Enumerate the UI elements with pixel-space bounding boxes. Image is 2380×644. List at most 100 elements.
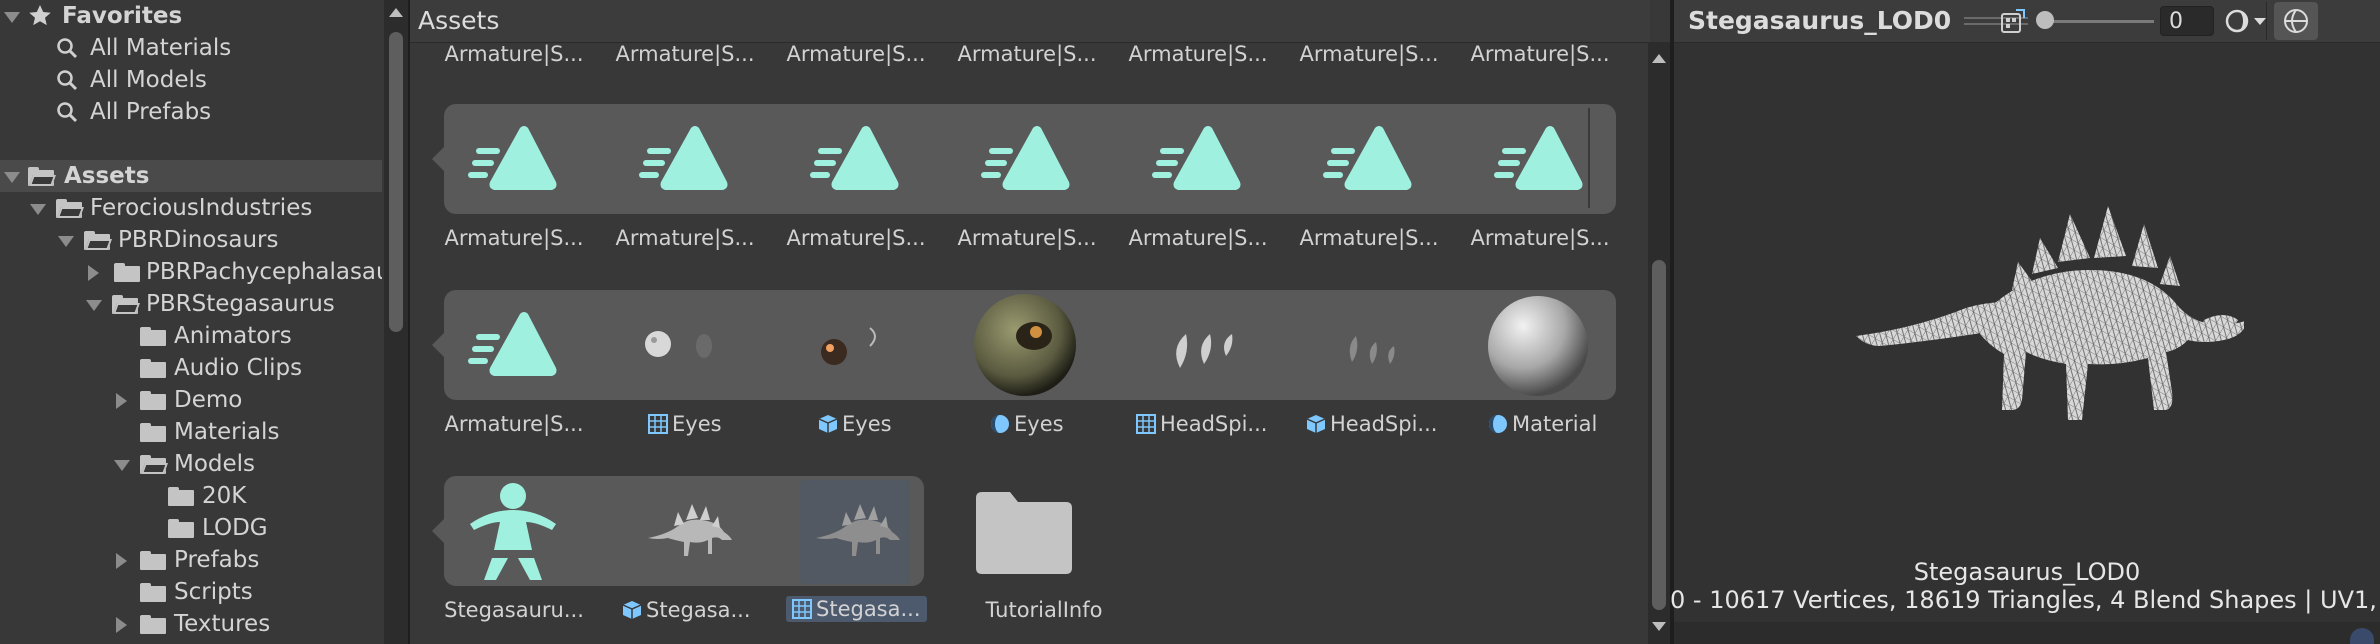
asset-label-row[interactable]: HeadSpi...: [1136, 412, 1267, 436]
expand-arrow-icon[interactable]: [114, 460, 130, 471]
expand-arrow-icon[interactable]: [4, 172, 20, 183]
tree-folder[interactable]: Demo: [0, 384, 382, 416]
favorite-item[interactable]: All Models: [0, 64, 382, 96]
tree-folder[interactable]: PBRPachycephalasaurus: [0, 256, 382, 288]
folder-icon: [168, 487, 194, 506]
eyes-mesh-thumbnail[interactable]: [632, 318, 722, 368]
asset-grid-scrollbar[interactable]: [1648, 42, 1670, 644]
resize-handle-icon[interactable]: [2350, 628, 2374, 644]
folder-icon: [140, 583, 166, 602]
tree-folder[interactable]: 20K: [0, 480, 382, 512]
search-icon: [57, 38, 78, 59]
lod-slider-track[interactable]: [2044, 20, 2154, 23]
asset-label[interactable]: Armature|S...: [605, 226, 765, 250]
collapse-arrow-icon[interactable]: [116, 393, 127, 409]
animation-clip-icon[interactable]: [468, 122, 558, 194]
animation-clip-icon[interactable]: [639, 122, 729, 194]
asset-label-row[interactable]: Eyes: [990, 412, 1064, 436]
tree-folder[interactable]: Prefabs: [0, 544, 382, 576]
asset-label: Material: [1512, 412, 1598, 436]
display-mode-button[interactable]: [2274, 2, 2318, 40]
tree-folder[interactable]: Materials: [0, 416, 382, 448]
tree-folder[interactable]: Textures: [0, 608, 382, 640]
expand-arrow-icon[interactable]: [4, 12, 20, 23]
asset-label[interactable]: Armature|S...: [1460, 226, 1620, 250]
animation-clip-icon[interactable]: [468, 308, 558, 380]
tree-folder[interactable]: PBRStegasaurus: [0, 288, 382, 320]
material-sphere-thumbnail[interactable]: [1486, 294, 1590, 398]
tree-scrollbar[interactable]: [384, 0, 408, 644]
folder-open-icon: [140, 455, 169, 474]
folder-label: Textures: [174, 611, 271, 637]
search-icon: [57, 102, 78, 123]
folder-label: PBRPachycephalasaurus: [146, 259, 382, 285]
eyes-material-thumbnail[interactable]: [972, 292, 1078, 398]
stegosaurus-model-thumbnail[interactable]: [644, 498, 734, 564]
asset-label-selected[interactable]: Stegasa...: [786, 596, 927, 622]
tree-favorites[interactable]: Favorites: [0, 0, 382, 32]
scroll-down-arrow-icon[interactable]: [1652, 622, 1666, 631]
asset-label[interactable]: Armature|S...: [434, 226, 594, 250]
scroll-up-arrow-icon[interactable]: [1652, 54, 1666, 63]
expand-arrow-icon[interactable]: [86, 300, 102, 311]
material-icon: [1489, 415, 1507, 433]
animation-clip-icon[interactable]: [1323, 122, 1413, 194]
lod-slider-knob[interactable]: [2036, 11, 2054, 29]
asset-label[interactable]: Armature|S...: [776, 42, 936, 66]
asset-label-row[interactable]: Eyes: [648, 412, 722, 436]
asset-label[interactable]: Armature|S...: [1118, 42, 1278, 66]
asset-label[interactable]: Armature|S...: [947, 42, 1107, 66]
collapse-arrow-icon[interactable]: [116, 617, 127, 633]
asset-label-row[interactable]: Eyes: [818, 412, 892, 436]
asset-label[interactable]: Armature|S...: [434, 412, 594, 436]
asset-grid-scrollbar-thumb[interactable]: [1652, 260, 1666, 610]
expand-arrow-icon[interactable]: [30, 204, 46, 215]
collapse-arrow-icon[interactable]: [88, 265, 99, 281]
asset-label[interactable]: Stegasauru...: [434, 598, 594, 622]
stegosaurus-mesh-thumbnail[interactable]: [812, 498, 902, 564]
asset-label-row[interactable]: HeadSpi...: [1306, 412, 1437, 436]
tree-folder[interactable]: LODG: [0, 512, 382, 544]
expand-arrow-icon[interactable]: [58, 236, 74, 247]
asset-label-row[interactable]: Stegasa...: [622, 598, 751, 622]
collapse-arrow-icon[interactable]: [116, 553, 127, 569]
lod-value-field[interactable]: 0: [2160, 6, 2214, 36]
animation-clip-icon[interactable]: [1152, 122, 1242, 194]
animation-clip-icon[interactable]: [981, 122, 1071, 194]
headspikes-model-thumbnail[interactable]: [1330, 320, 1420, 370]
animation-clip-icon[interactable]: [1494, 122, 1584, 194]
stegosaurus-wireframe-preview[interactable]: [1844, 200, 2244, 480]
lighting-icon[interactable]: [2224, 8, 2252, 34]
avatar-humanoid-icon[interactable]: [462, 480, 564, 582]
scroll-up-arrow-icon[interactable]: [389, 8, 403, 17]
asset-label[interactable]: Armature|S...: [1118, 226, 1278, 250]
lod-auto-icon[interactable]: [2000, 8, 2026, 34]
tree-scrollbar-thumb[interactable]: [389, 32, 403, 332]
asset-label[interactable]: Armature|S...: [1289, 226, 1449, 250]
asset-label[interactable]: TutorialInfo: [964, 598, 1124, 622]
headspikes-mesh-thumbnail[interactable]: [1160, 320, 1250, 370]
folder-large-icon[interactable]: [974, 490, 1074, 576]
asset-label: Eyes: [672, 412, 722, 436]
tree-folder[interactable]: Audio Clips: [0, 352, 382, 384]
asset-label[interactable]: Armature|S...: [947, 226, 1107, 250]
animation-clip-icon[interactable]: [810, 122, 900, 194]
tree-folder[interactable]: Scripts: [0, 576, 382, 608]
tree-assets-root[interactable]: Assets: [0, 160, 382, 192]
tree-folder[interactable]: PBRDinosaurs: [0, 224, 382, 256]
eyes-model-thumbnail[interactable]: [800, 318, 890, 368]
favorite-item[interactable]: All Prefabs: [0, 96, 382, 128]
asset-label[interactable]: Armature|S...: [1460, 42, 1620, 66]
asset-label[interactable]: Armature|S...: [434, 42, 594, 66]
asset-label-row[interactable]: Material: [1488, 412, 1597, 436]
folder-label: LODG: [202, 515, 268, 541]
tree-folder[interactable]: FerociousIndustries: [0, 192, 382, 224]
asset-label[interactable]: Armature|S...: [776, 226, 936, 250]
tree-folder[interactable]: Models: [0, 448, 382, 480]
tree-folder[interactable]: Animators: [0, 320, 382, 352]
favorite-item[interactable]: All Materials: [0, 32, 382, 64]
chevron-down-icon[interactable]: [2254, 18, 2266, 25]
model-cube-icon: [622, 601, 642, 619]
asset-label[interactable]: Armature|S...: [605, 42, 765, 66]
asset-label[interactable]: Armature|S...: [1289, 42, 1449, 66]
